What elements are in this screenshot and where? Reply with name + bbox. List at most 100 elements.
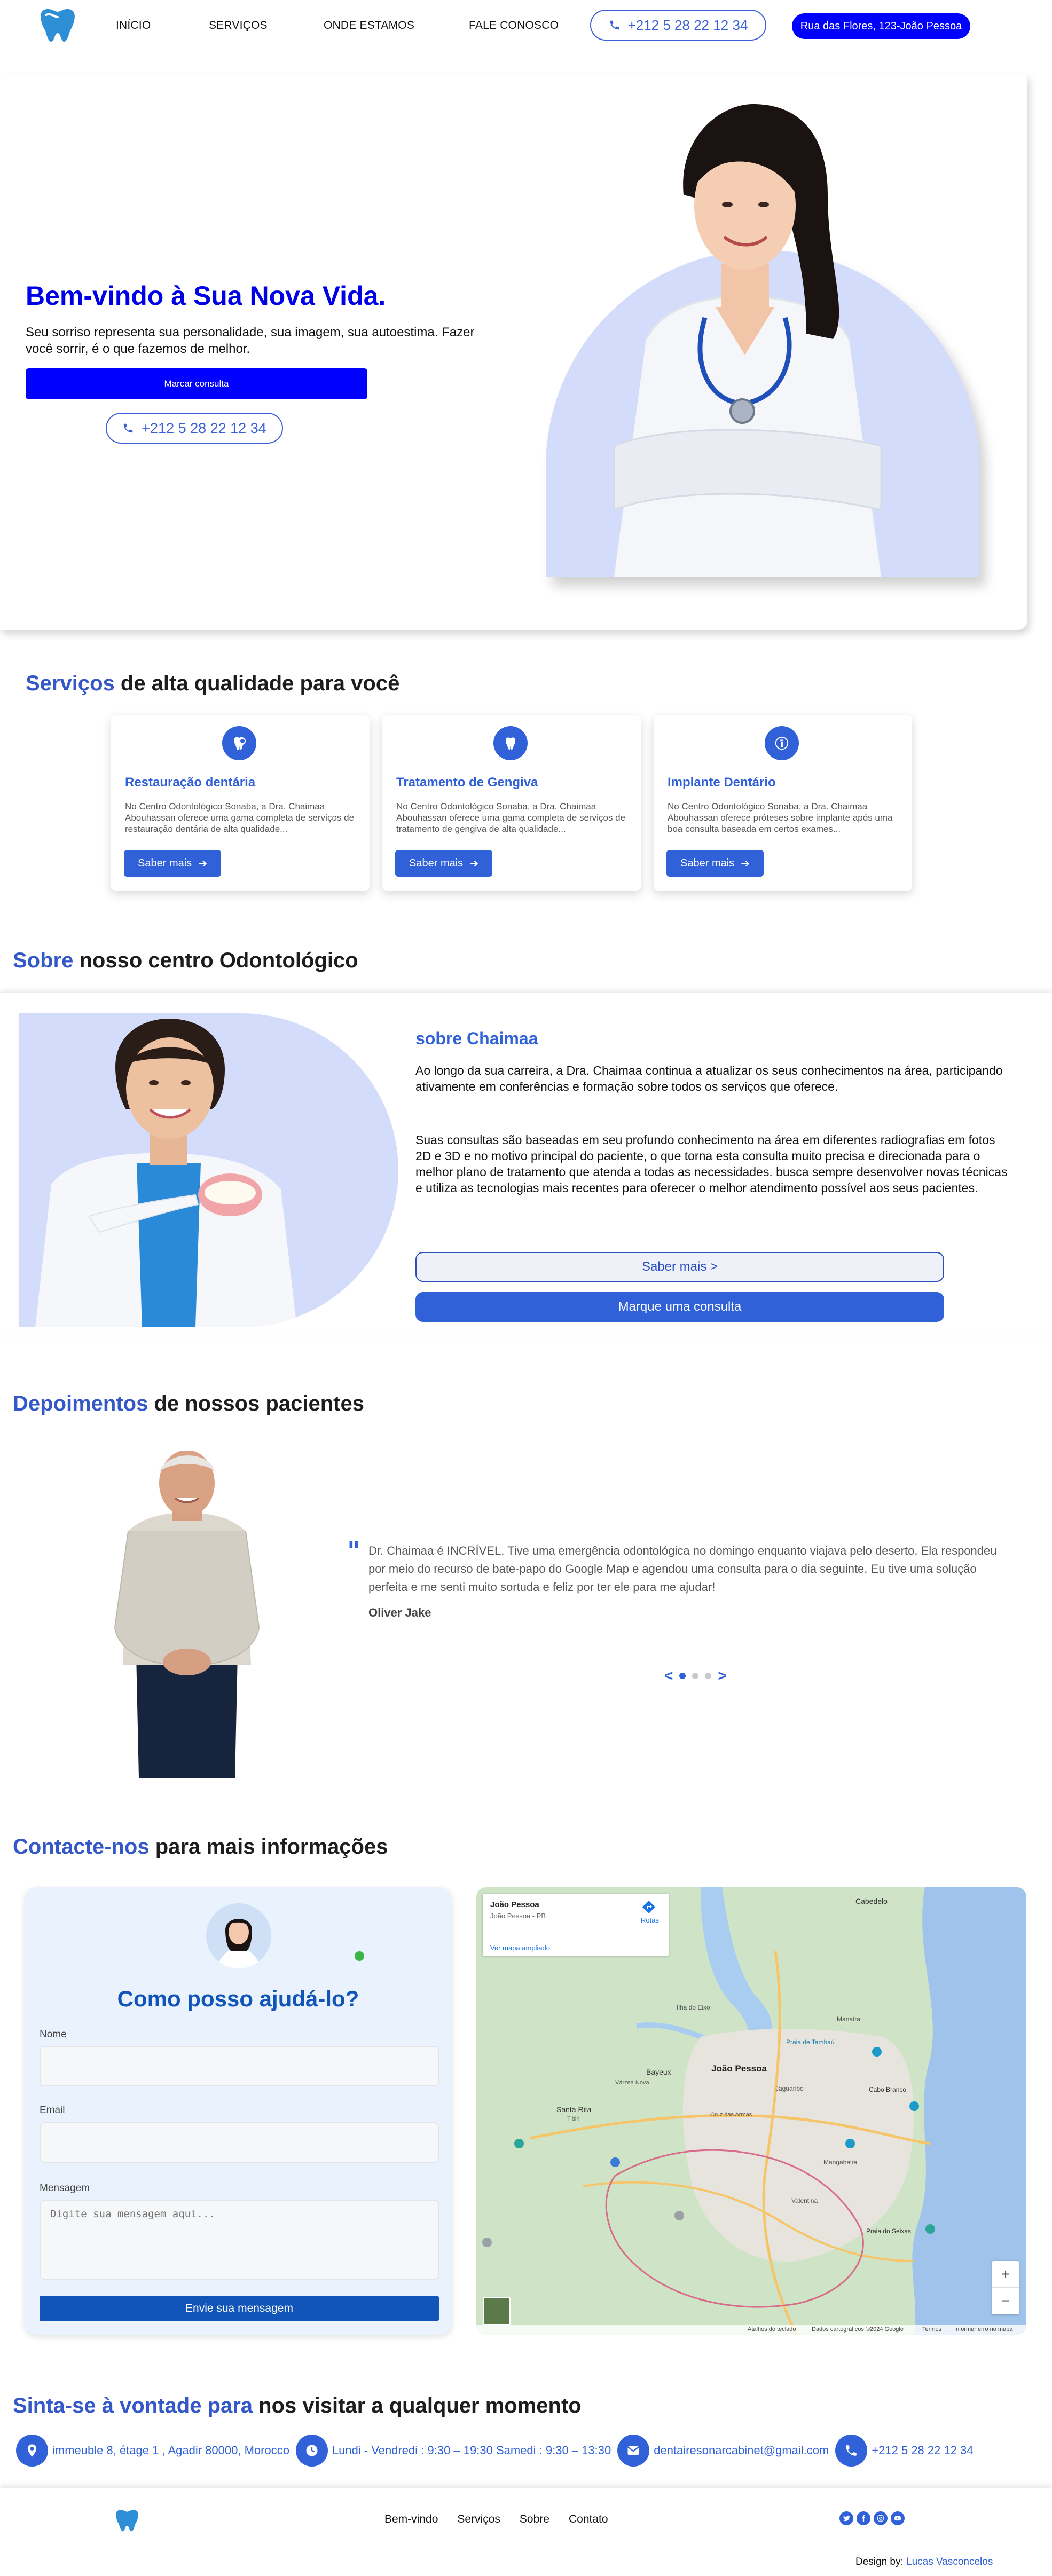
name-field[interactable] — [40, 2046, 439, 2086]
message-field[interactable] — [40, 2200, 439, 2280]
map-attr-report[interactable]: Informar erro no mapa — [954, 2326, 1012, 2333]
satellite-toggle[interactable] — [483, 2297, 511, 2325]
carousel-dot[interactable] — [705, 1673, 712, 1679]
instagram-icon[interactable] — [874, 2511, 888, 2525]
map-route-label[interactable]: Rotas — [641, 1916, 659, 1924]
email-field[interactable] — [40, 2122, 439, 2163]
visit-hours-text: Lundi - Vendredi : 9:30 – 19:30 Samedi :… — [332, 2444, 611, 2457]
online-status-dot — [355, 1951, 364, 1961]
tooth-logo-icon[interactable] — [38, 6, 77, 44]
implant-icon — [765, 726, 799, 760]
quote-icon: " — [347, 1537, 361, 1566]
card-button-label: Saber mais — [138, 857, 192, 869]
nav-phone-text: +212 5 28 22 12 34 — [627, 17, 748, 33]
map-label: Bayeux — [646, 2068, 671, 2076]
map-label: Ilha do Eixo — [677, 2004, 710, 2011]
tooth-shield-icon — [222, 726, 256, 760]
visit-address-text: immeuble 8, étage 1 , Agadir 80000, Moro… — [52, 2444, 289, 2457]
nav-link-servicos[interactable]: SERVIÇOS — [209, 19, 268, 32]
carousel-dot[interactable] — [679, 1673, 686, 1679]
footer-link-servicos[interactable]: Serviços — [457, 2513, 500, 2526]
tooth-icon — [493, 726, 528, 760]
clock-icon — [295, 2435, 328, 2467]
mail-icon — [617, 2435, 650, 2467]
about-doctor-name: sobre Chaimaa — [415, 1029, 538, 1048]
visit-info-row: immeuble 8, étage 1 , Agadir 80000, Moro… — [16, 2435, 974, 2467]
map-info-card: João Pessoa João Pessoa - PB Ver mapa am… — [483, 1894, 669, 1956]
visit-phone[interactable]: +212 5 28 22 12 34 — [835, 2435, 974, 2467]
about-more-button[interactable]: Saber mais > — [415, 1252, 944, 1282]
contact-heading: Contacte-nos para mais informações — [13, 1835, 388, 1859]
card-text: No Centro Odontológico Sonaba, a Dra. Ch… — [125, 801, 355, 834]
zoom-in-icon[interactable]: + — [992, 2261, 1019, 2288]
visit-heading: Sinta-se à vontade para nos visitar a qu… — [13, 2394, 582, 2418]
footer-link-bem-vindo[interactable]: Bem-vindo — [384, 2513, 438, 2526]
hero-phone-button[interactable]: +212 5 28 22 12 34 — [106, 413, 283, 444]
form-title: Como posso ajudá-lo? — [117, 1986, 359, 2011]
carousel-prev-icon[interactable]: < — [664, 1667, 673, 1684]
carousel-next-icon[interactable]: > — [718, 1667, 726, 1684]
phone-icon — [835, 2435, 868, 2467]
testimonials-heading: Depoimentos de nossos pacientes — [13, 1392, 364, 1416]
hero-subtitle: Seu sorriso representa sua personalidade… — [26, 325, 475, 356]
zoom-out-icon[interactable]: − — [992, 2288, 1019, 2314]
testimonial-carousel-nav: < > — [664, 1667, 727, 1684]
nav-phone-button[interactable]: +212 5 28 22 12 34 — [590, 10, 766, 41]
design-author-link[interactable]: Lucas Vasconcelos — [906, 2556, 993, 2567]
map-larger-link[interactable]: Ver mapa ampliado — [490, 1944, 550, 1952]
footer-link-sobre[interactable]: Sobre — [520, 2513, 549, 2526]
social-links — [839, 2511, 905, 2525]
map-attribution: Atalhos do teclado Dados cartográficos ©… — [476, 2325, 1026, 2335]
footer-links: Bem-vindo Serviços Sobre Contato — [384, 2513, 608, 2526]
about-book-button[interactable]: Marque uma consulta — [415, 1292, 944, 1322]
map-label: Santa Rita — [556, 2105, 592, 2114]
footer-link-contato[interactable]: Contato — [569, 2513, 608, 2526]
visit-email[interactable]: dentairesonarcabinet@gmail.com — [617, 2435, 829, 2467]
arrow-right-icon: ➔ — [198, 857, 207, 870]
book-appointment-button[interactable]: Marcar consulta — [26, 368, 367, 399]
about-heading-rest: nosso centro Odontológico — [73, 949, 358, 972]
services-heading-rest: de alta qualidade para você — [114, 672, 400, 695]
nav-link-onde-estamos[interactable]: ONDE ESTAMOS — [324, 19, 414, 32]
map-attr-data: Dados cartográficos ©2024 Google — [812, 2326, 904, 2333]
doctor-photo — [613, 104, 882, 577]
map-attr-terms[interactable]: Termos — [922, 2326, 941, 2333]
map-label: Manaíra — [837, 2015, 861, 2023]
visit-email-text: dentairesonarcabinet@gmail.com — [654, 2444, 829, 2457]
map-label: Jaguaribe — [775, 2085, 804, 2092]
map-label: Tibiri — [567, 2116, 580, 2122]
card-button-label: Saber mais — [680, 857, 735, 869]
carousel-dot[interactable] — [692, 1673, 699, 1679]
design-label: Design by: — [855, 2556, 907, 2567]
contact-heading-accent: Contacte-nos — [13, 1835, 150, 1858]
twitter-icon[interactable] — [839, 2511, 853, 2525]
google-map[interactable]: João Pessoa Cabedelo Bayeux Santa Rita V… — [476, 1887, 1026, 2335]
visit-phone-text: +212 5 28 22 12 34 — [872, 2444, 974, 2457]
saber-mais-button[interactable]: Saber mais ➔ — [666, 850, 764, 877]
directions-icon[interactable] — [641, 1899, 657, 1915]
design-credit: Design by: Lucas Vasconcelos — [855, 2556, 993, 2568]
saber-mais-button[interactable]: Saber mais ➔ — [124, 850, 221, 877]
name-label: Nome — [40, 2029, 67, 2040]
footer-tooth-logo-icon[interactable] — [114, 2508, 140, 2533]
nav-address-badge[interactable]: Rua das Flores, 123-João Pessoa — [792, 13, 970, 39]
map-attr-shortcuts[interactable]: Atalhos do teclado — [748, 2326, 796, 2333]
testimonials-heading-accent: Depoimentos — [13, 1392, 148, 1415]
card-text: No Centro Odontológico Sonaba, a Dra. Ch… — [668, 801, 893, 834]
saber-mais-button[interactable]: Saber mais ➔ — [395, 850, 492, 877]
map-label: Valentina — [791, 2197, 818, 2204]
visit-address: immeuble 8, étage 1 , Agadir 80000, Moro… — [16, 2435, 289, 2467]
facebook-icon[interactable] — [857, 2511, 870, 2525]
nav-link-inicio[interactable]: INÍCIO — [116, 19, 151, 32]
card-title: Restauração dentária — [125, 775, 256, 790]
phone-icon — [610, 20, 619, 30]
send-message-button[interactable]: Envie sua mensagem — [40, 2296, 439, 2321]
map-label: Cruz das Armas — [710, 2112, 752, 2118]
message-label: Mensagem — [40, 2183, 90, 2194]
patient-photo — [114, 1451, 260, 1778]
youtube-icon[interactable] — [891, 2511, 905, 2525]
nav-link-fale-conosco[interactable]: FALE CONOSCO — [469, 19, 559, 32]
about-heading: Sobre nosso centro Odontológico — [13, 949, 358, 973]
map-label: Praia do Seixas — [866, 2227, 912, 2235]
map-label: João Pessoa — [711, 2063, 767, 2074]
